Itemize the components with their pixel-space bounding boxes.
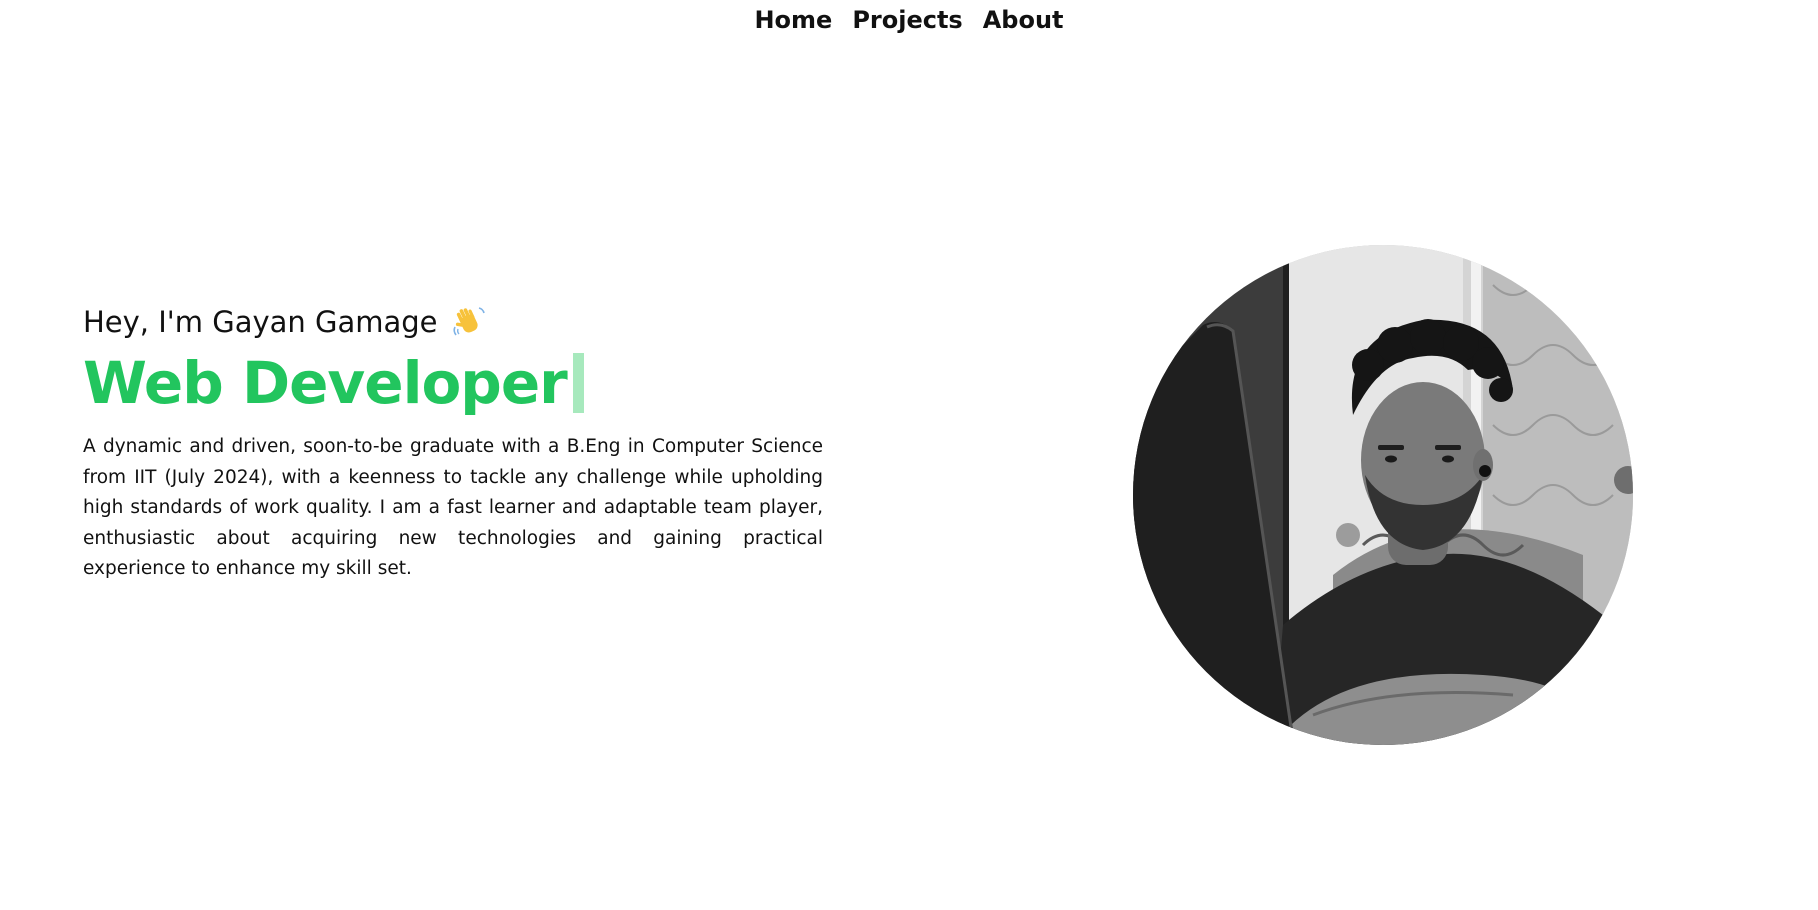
profile-photo [1133,245,1633,745]
hero-section: Hey, I'm Gayan Gamage Web Developer A dy… [83,300,823,585]
portfolio-page: Home Projects About Hey, I'm Gayan Gamag… [0,0,1818,910]
greeting-line: Hey, I'm Gayan Gamage [83,300,823,344]
bio-paragraph: A dynamic and driven, soon-to-be graduat… [83,436,823,579]
nav-about-link[interactable]: About [983,0,1064,40]
role-line: Web Developer [83,346,823,420]
greeting-text: Hey, I'm Gayan Gamage [83,305,438,339]
typing-cursor [572,353,584,413]
nav-home-link[interactable]: Home [754,0,832,40]
top-nav: Home Projects About [0,0,1818,40]
nav-projects-link[interactable]: Projects [852,0,962,40]
waving-hand-icon [452,305,486,339]
role-title: Web Developer [83,349,568,417]
